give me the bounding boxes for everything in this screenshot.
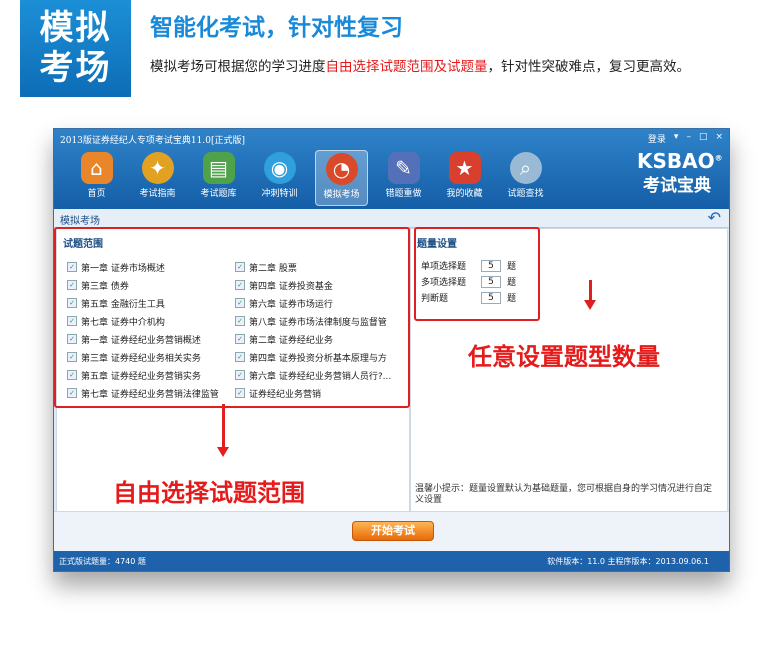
maximize-button[interactable]: □: [699, 132, 708, 145]
nav-item-home[interactable]: ⌂ 首页: [66, 150, 127, 204]
range-highlight-box: [54, 227, 410, 408]
pen-icon: ✎: [387, 152, 420, 184]
nav-label: 冲刺特训: [261, 189, 298, 199]
nav-item-search[interactable]: ⌕ 试题查找: [495, 150, 556, 204]
star-icon: ★: [448, 152, 481, 184]
start-exam-button[interactable]: 开始考试: [352, 521, 434, 541]
nav-item-favorites[interactable]: ★ 我的收藏: [434, 150, 495, 204]
clock-icon: ◔: [325, 153, 358, 185]
title-bar: 2013版证券经纪人专项考试宝典11.0[正式版] 登录 ▾ – □ × KSB…: [54, 129, 729, 209]
window-title: 2013版证券经纪人专项考试宝典11.0[正式版]: [60, 136, 245, 146]
brand-en: KSBAO: [637, 149, 715, 173]
desc-highlight: 自由选择试题范围及试题量: [325, 59, 488, 75]
module-badge: 模拟 考场: [20, 0, 131, 97]
range-annotation: 自由选择试题范围: [113, 479, 305, 507]
section-title: 模拟考场: [60, 216, 100, 227]
nav-label: 首页: [87, 189, 106, 199]
desc-suffix: ，针对性突破难点，复习更高效。: [487, 59, 691, 75]
quantity-arrow-icon: [584, 300, 596, 310]
compass-icon: ✦: [141, 152, 174, 184]
nav-item-sprint[interactable]: ◉ 冲刺特训: [249, 150, 310, 204]
nav-item-question-bank[interactable]: ▤ 考试题库: [188, 150, 249, 204]
badge-line1: 模拟: [39, 8, 112, 48]
nav-label: 试题查找: [507, 189, 544, 199]
hint-text: 温馨小提示：题量设置默认为基础题量，您可根据自身的学习情况进行自定义设置: [415, 484, 713, 505]
minimize-button[interactable]: –: [686, 132, 691, 145]
action-bar: 开始考试: [54, 511, 729, 552]
status-bar: 正式版试题量：4740 题 软件版本：11.0 主程序版本：2013.09.06…: [54, 551, 729, 571]
nav-label: 模拟考场: [323, 190, 360, 200]
nav-label: 我的收藏: [446, 189, 483, 199]
nav-label: 考试题库: [200, 189, 237, 199]
section-header: 模拟考场 ↶: [54, 208, 729, 228]
page-title: 智能化考试，针对性复习: [150, 15, 403, 41]
back-icon[interactable]: ↶: [708, 208, 721, 227]
status-question-count: 正式版试题量：4740 题: [59, 557, 146, 566]
range-arrow-icon: [217, 447, 229, 457]
range-arrow-line: [222, 404, 225, 449]
status-version: 软件版本：11.0 主程序版本：2013.09.06.1: [547, 557, 709, 566]
brand-logo: KSBAO® 考试宝典: [637, 149, 723, 196]
login-button[interactable]: 登录: [648, 132, 666, 145]
nav-item-redo-mistakes[interactable]: ✎ 错题重做: [373, 150, 434, 204]
globe-icon: ◉: [263, 152, 296, 184]
brand-reg: ®: [714, 153, 723, 163]
home-icon: ⌂: [80, 152, 113, 184]
brand-cn: 考试宝典: [643, 176, 711, 196]
quantity-annotation: 任意设置题型数量: [468, 343, 660, 371]
nav-item-guide[interactable]: ✦ 考试指南: [127, 150, 188, 204]
menu-dropdown-icon[interactable]: ▾: [674, 132, 679, 145]
window-controls: 登录 ▾ – □ ×: [648, 132, 723, 145]
close-button[interactable]: ×: [715, 132, 723, 145]
nav-label: 考试指南: [139, 189, 176, 199]
page-description: 模拟考场可根据您的学习进度自由选择试题范围及试题量，针对性突破难点，复习更高效。: [150, 55, 690, 75]
nav-label: 错题重做: [385, 189, 422, 199]
magnifier-icon: ⌕: [509, 152, 542, 184]
quantity-highlight-box: [414, 227, 540, 321]
nav-item-mock-exam[interactable]: ◔ 模拟考场: [315, 150, 368, 206]
books-icon: ▤: [202, 152, 235, 184]
badge-line2: 考场: [39, 48, 112, 88]
quantity-arrow-line: [589, 280, 592, 302]
main-nav: ⌂ 首页 ✦ 考试指南 ▤ 考试题库 ◉ 冲刺特训 ◔ 模拟考场 ✎ 错题重做: [66, 150, 556, 206]
desc-prefix: 模拟考场可根据您的学习进度: [150, 59, 326, 75]
